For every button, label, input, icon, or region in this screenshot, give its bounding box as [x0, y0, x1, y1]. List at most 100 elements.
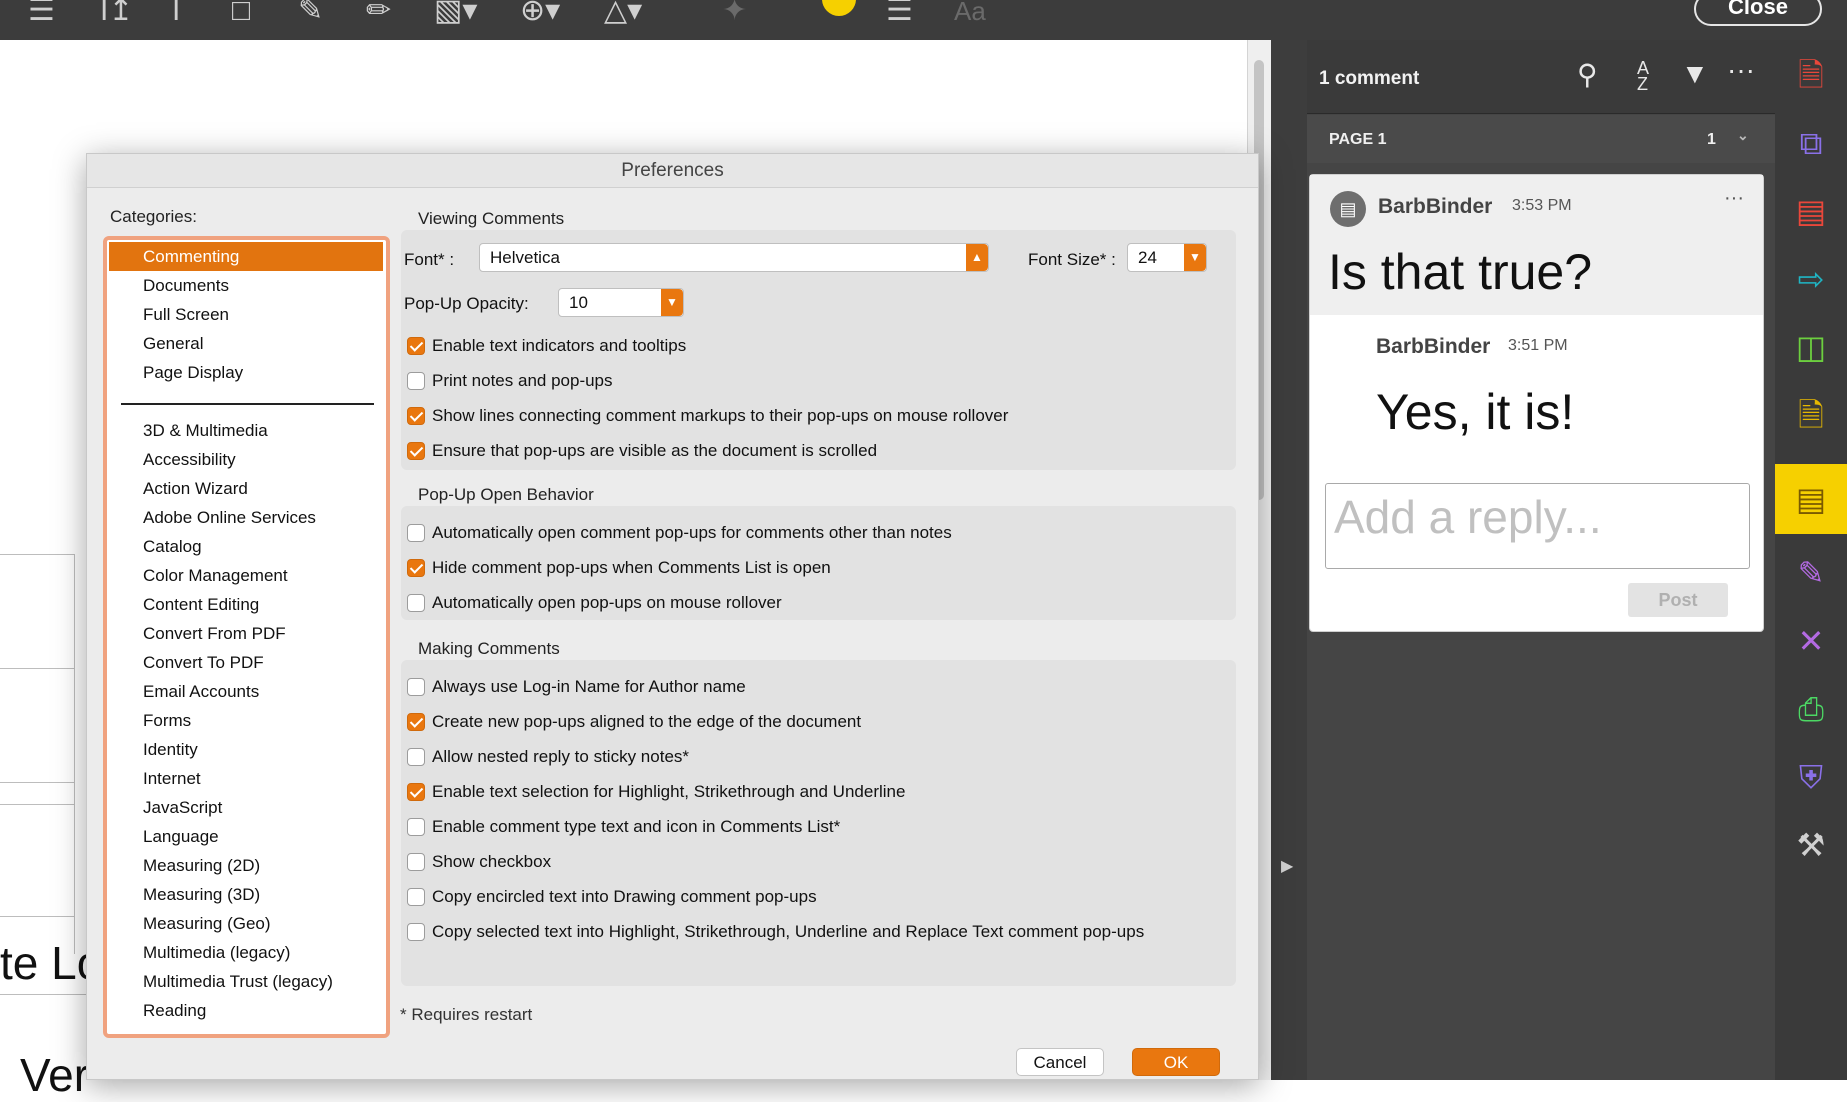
close-button[interactable]: Close [1694, 0, 1822, 26]
pencil-icon[interactable]: ✎ [298, 0, 323, 26]
category-item[interactable]: Action Wizard [107, 474, 386, 503]
print-production-icon[interactable]: ⎙ [1775, 674, 1847, 744]
categories-list[interactable]: Commenting Documents Full Screen General… [103, 236, 390, 1038]
making-comments-group: Always use Log-in Name for Author name C… [401, 660, 1236, 986]
category-item[interactable]: Measuring (Geo) [107, 909, 386, 938]
category-item[interactable]: Forms [107, 706, 386, 735]
category-commenting[interactable]: Commenting [109, 242, 383, 271]
expand-arrow-icon[interactable]: ▶ [1281, 856, 1293, 876]
combine-files-icon[interactable]: ⧉ [1775, 108, 1847, 178]
category-item[interactable]: Multimedia (legacy) [107, 938, 386, 967]
category-item[interactable]: Email Accounts [107, 677, 386, 706]
chevron-down-icon[interactable]: ▼ [1184, 244, 1206, 271]
category-item[interactable]: Convert To PDF [107, 648, 386, 677]
font-size-value: 24 [1138, 248, 1157, 267]
checkbox-login-name[interactable] [407, 678, 425, 696]
checkbox-copy-selected[interactable] [407, 923, 425, 941]
categories-label: Categories: [110, 207, 197, 226]
category-general[interactable]: General [107, 329, 386, 358]
font-size-label: Font Size* : [1028, 250, 1116, 269]
sort-az-icon[interactable]: AZ [1637, 59, 1649, 93]
protect-icon[interactable]: ⛨ [1775, 742, 1847, 812]
page-label: PAGE 1 [1329, 131, 1387, 148]
request-signature-icon[interactable]: ✕ [1775, 606, 1847, 676]
font-icon: Aa [954, 0, 986, 26]
category-item[interactable]: Convert From PDF [107, 619, 386, 648]
comment-more-icon[interactable]: ··· [1724, 187, 1744, 210]
text-insert-icon[interactable]: I [172, 0, 180, 26]
organize-pages-icon[interactable]: ▤ [1775, 176, 1847, 246]
font-select-value: Helvetica [490, 248, 560, 267]
text-list-icon[interactable]: ☰ [28, 0, 55, 26]
chevron-down-icon[interactable]: ▼ [661, 289, 683, 316]
select-arrows-icon[interactable]: ▲ [966, 244, 988, 271]
checkbox-show-checkbox[interactable] [407, 853, 425, 871]
comment-card[interactable]: ▤ BarbBinder 3:53 PM ··· Is that true? B… [1309, 174, 1764, 632]
color-swatch-icon[interactable] [822, 0, 856, 16]
checkbox-print-notes[interactable] [407, 372, 425, 390]
category-item[interactable]: Multimedia Trust (legacy) [107, 967, 386, 996]
doc-text-fragment: Ver [20, 1049, 90, 1101]
stamp-icon[interactable]: ▧▾ [434, 0, 477, 26]
font-size-select[interactable]: 24 ▼ [1127, 243, 1207, 272]
attach-icon[interactable]: ⊕▾ [520, 0, 560, 26]
filter-icon[interactable]: ▼ [1681, 58, 1709, 90]
checkbox-nested-reply[interactable] [407, 748, 425, 766]
eraser-icon[interactable]: ✏ [366, 0, 391, 26]
option-label: Copy encircled text into Drawing comment… [432, 887, 817, 906]
edit-pdf-icon[interactable]: ◫ [1775, 312, 1847, 382]
more-options-icon[interactable]: ··· [1727, 54, 1755, 86]
more-tools-icon[interactable]: ⚒ [1775, 810, 1847, 880]
checkbox-align-popups[interactable] [407, 713, 425, 731]
category-page-display[interactable]: Page Display [107, 358, 386, 387]
ok-button[interactable]: OK [1132, 1048, 1220, 1076]
category-item[interactable]: Adobe Online Services [107, 503, 386, 532]
checkbox-copy-encircled[interactable] [407, 888, 425, 906]
reply-input[interactable]: Add a reply... [1325, 483, 1750, 569]
font-select[interactable]: Helvetica ▲ [479, 243, 989, 272]
category-item[interactable]: Identity [107, 735, 386, 764]
checkbox-open-on-rollover[interactable] [407, 594, 425, 612]
popup-behavior-group: Automatically open comment pop-ups for c… [401, 506, 1236, 620]
export-pdf-icon[interactable]: ⇨ [1775, 244, 1847, 314]
category-full-screen[interactable]: Full Screen [107, 300, 386, 329]
post-button[interactable]: Post [1628, 583, 1728, 617]
comment-icon[interactable]: ▤ [1775, 464, 1847, 534]
category-documents[interactable]: Documents [107, 271, 386, 300]
category-item[interactable]: Language [107, 822, 386, 851]
category-item[interactable]: 3D & Multimedia [107, 416, 386, 445]
text-cursor-icon[interactable]: I↥ [100, 0, 133, 26]
cancel-button[interactable]: Cancel [1016, 1048, 1104, 1076]
edit-signature-icon[interactable]: ✎ [1775, 538, 1847, 608]
search-icon[interactable]: ⚲ [1577, 58, 1598, 91]
comment-text: Is that true? [1328, 244, 1593, 300]
create-pdf-icon[interactable]: 🗎 [1775, 40, 1847, 110]
making-comments-heading: Making Comments [418, 639, 560, 658]
opacity-select[interactable]: 10 ▼ [558, 288, 684, 317]
category-item[interactable]: Color Management [107, 561, 386, 590]
line-weight-icon[interactable]: ☰ [886, 0, 913, 26]
viewing-comments-heading: Viewing Comments [418, 209, 565, 228]
category-item[interactable]: JavaScript [107, 793, 386, 822]
checkbox-hide-popups[interactable] [407, 559, 425, 577]
category-item[interactable]: Internet [107, 764, 386, 793]
checkbox-show-lines[interactable] [407, 407, 425, 425]
page-group-header[interactable]: PAGE 1 1 ⌄ [1307, 115, 1775, 163]
option-label: Enable text indicators and tooltips [432, 336, 687, 355]
category-item[interactable]: Measuring (3D) [107, 880, 386, 909]
category-item[interactable]: Reading [107, 996, 386, 1025]
category-item[interactable]: Accessibility [107, 445, 386, 474]
checkbox-text-indicators[interactable] [407, 337, 425, 355]
chevron-down-icon[interactable]: ⌄ [1737, 127, 1749, 144]
category-item[interactable]: Measuring (2D) [107, 851, 386, 880]
category-item[interactable]: Catalog [107, 532, 386, 561]
shapes-icon[interactable]: △▾ [604, 0, 642, 26]
textbox-icon[interactable]: □ [232, 0, 250, 26]
checkbox-auto-open-comments[interactable] [407, 524, 425, 542]
panel-collapse-strip[interactable]: ▶ [1271, 40, 1307, 1080]
checkbox-text-selection[interactable] [407, 783, 425, 801]
checkbox-popups-visible[interactable] [407, 442, 425, 460]
checkbox-comment-type-icon[interactable] [407, 818, 425, 836]
category-item[interactable]: Content Editing [107, 590, 386, 619]
fill-sign-icon[interactable]: 🗎 [1775, 380, 1847, 450]
